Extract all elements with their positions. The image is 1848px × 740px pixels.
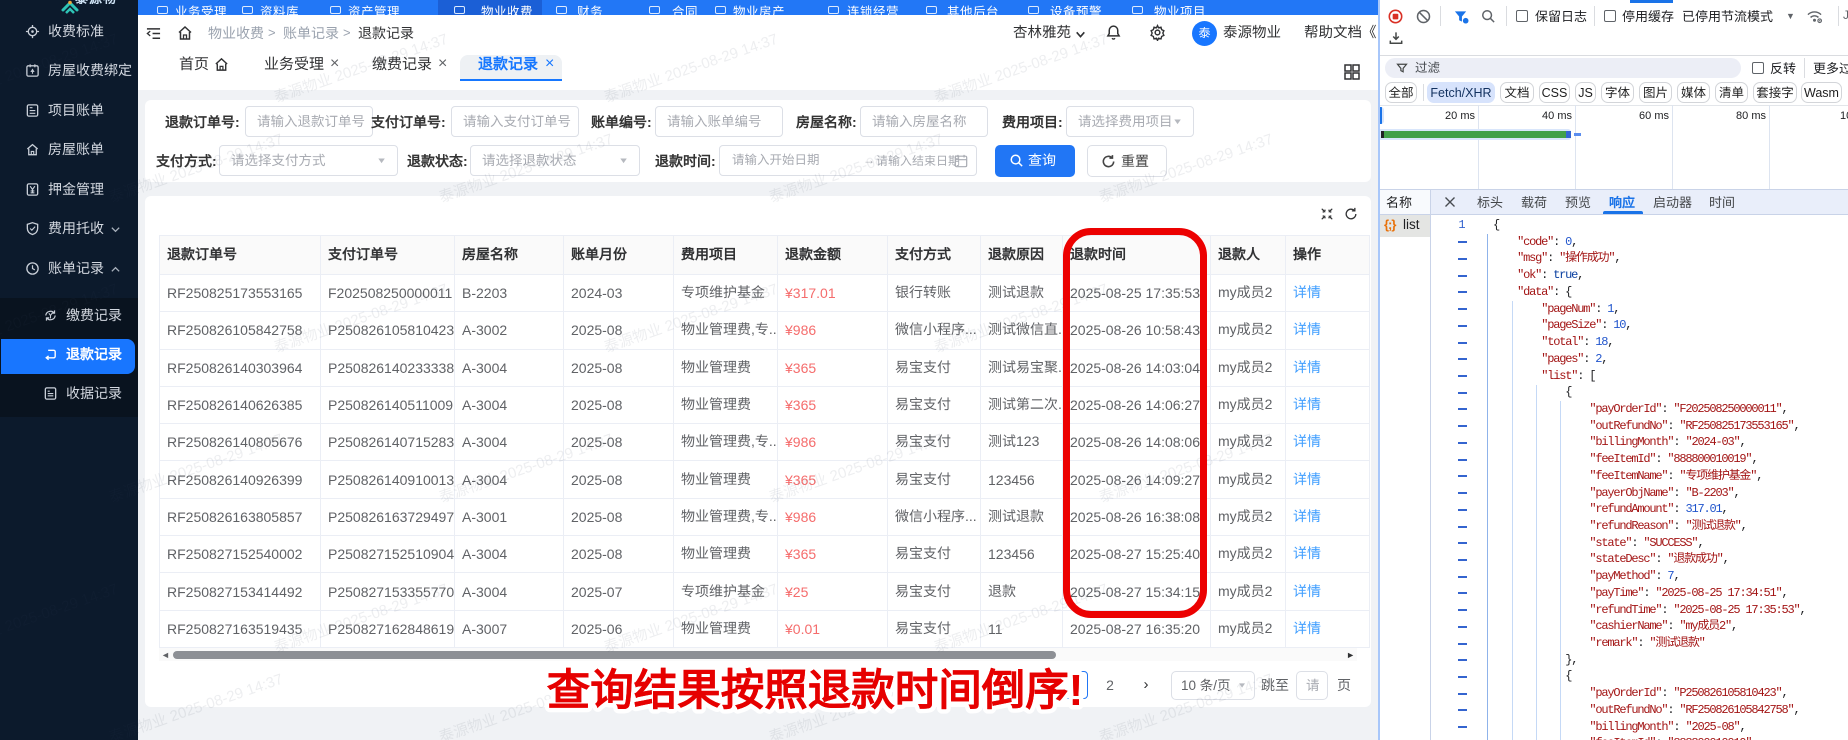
svg-text:查询结果按照退款时间倒序!: 查询结果按照退款时间倒序! — [547, 667, 1084, 719]
